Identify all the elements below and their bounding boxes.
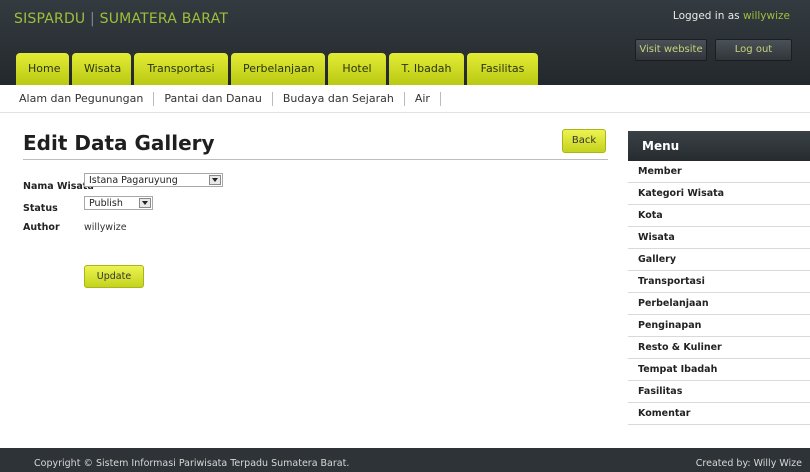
- title-divider: [23, 159, 608, 160]
- sidebar-item-kategori-wisata[interactable]: Kategori Wisata: [628, 183, 810, 205]
- nama-wisata-select[interactable]: Istana Pagaruyung: [84, 173, 223, 187]
- back-button[interactable]: Back: [562, 129, 606, 153]
- logout-button[interactable]: Log out: [715, 39, 792, 61]
- brand-separator: |: [85, 11, 100, 27]
- sidebar-title: Menu: [628, 131, 810, 161]
- sidebar-item-tempat-ibadah[interactable]: Tempat Ibadah: [628, 359, 810, 381]
- sub-nav: Alam dan Pegunungan Pantai dan Danau Bud…: [0, 85, 810, 113]
- chevron-down-icon: [209, 175, 221, 185]
- sidebar-item-fasilitas[interactable]: Fasilitas: [628, 381, 810, 403]
- status-value: Publish: [89, 198, 123, 209]
- logged-in-prefix: Logged in as: [672, 10, 743, 22]
- brand-region: SUMATERA BARAT: [99, 11, 229, 27]
- page-title: Edit Data Gallery: [23, 131, 215, 155]
- sidebar-item-resto-kuliner[interactable]: Resto & Kuliner: [628, 337, 810, 359]
- visit-website-button[interactable]: Visit website: [635, 39, 707, 61]
- tab-hotel[interactable]: Hotel: [328, 53, 386, 85]
- sidebar-item-wisata[interactable]: Wisata: [628, 227, 810, 249]
- nama-wisata-value: Istana Pagaruyung: [89, 175, 178, 186]
- update-button[interactable]: Update: [84, 265, 144, 288]
- sidebar-item-member[interactable]: Member: [628, 161, 810, 183]
- author-value: willywize: [84, 222, 127, 233]
- tab-t-ibadah[interactable]: T. Ibadah: [389, 53, 464, 85]
- brand-name: SISPARDU: [14, 11, 86, 27]
- sidebar-item-perbelanjaan[interactable]: Perbelanjaan: [628, 293, 810, 315]
- sidebar-item-penginapan[interactable]: Penginapan: [628, 315, 810, 337]
- sidebar-menu: Menu Member Kategori Wisata Kota Wisata …: [628, 131, 810, 425]
- status-label: Status: [23, 203, 58, 214]
- sidebar-item-kota[interactable]: Kota: [628, 205, 810, 227]
- tab-perbelanjaan[interactable]: Perbelanjaan: [231, 53, 325, 85]
- main-nav: Home Wisata Transportasi Perbelanjaan Ho…: [16, 53, 541, 85]
- subnav-budaya-sejarah[interactable]: Budaya dan Sejarah: [273, 91, 405, 106]
- tab-transportasi[interactable]: Transportasi: [134, 53, 228, 85]
- logged-in-status: Logged in as willywize: [673, 10, 790, 22]
- author-label: Author: [23, 222, 60, 233]
- subnav-pantai-danau[interactable]: Pantai dan Danau: [154, 91, 273, 106]
- sidebar-item-gallery[interactable]: Gallery: [628, 249, 810, 271]
- sidebar-item-komentar[interactable]: Komentar: [628, 403, 810, 425]
- sidebar-item-transportasi[interactable]: Transportasi: [628, 271, 810, 293]
- tab-fasilitas[interactable]: Fasilitas: [467, 53, 538, 85]
- tab-wisata[interactable]: Wisata: [72, 53, 131, 85]
- header-bar: SISPARDU | SUMATERA BARAT Logged in as w…: [0, 0, 810, 85]
- logged-in-username: willywize: [742, 10, 790, 22]
- tab-home[interactable]: Home: [16, 53, 69, 85]
- footer-credit: Created by: Willy Wize: [695, 458, 802, 469]
- status-select[interactable]: Publish: [84, 196, 153, 210]
- site-brand: SISPARDU | SUMATERA BARAT: [14, 11, 228, 27]
- footer-copyright: Copyright © Sistem Informasi Pariwisata …: [34, 458, 350, 469]
- subnav-air[interactable]: Air: [405, 91, 441, 106]
- subnav-alam-pegunungan[interactable]: Alam dan Pegunungan: [19, 91, 155, 106]
- chevron-down-icon: [139, 198, 151, 208]
